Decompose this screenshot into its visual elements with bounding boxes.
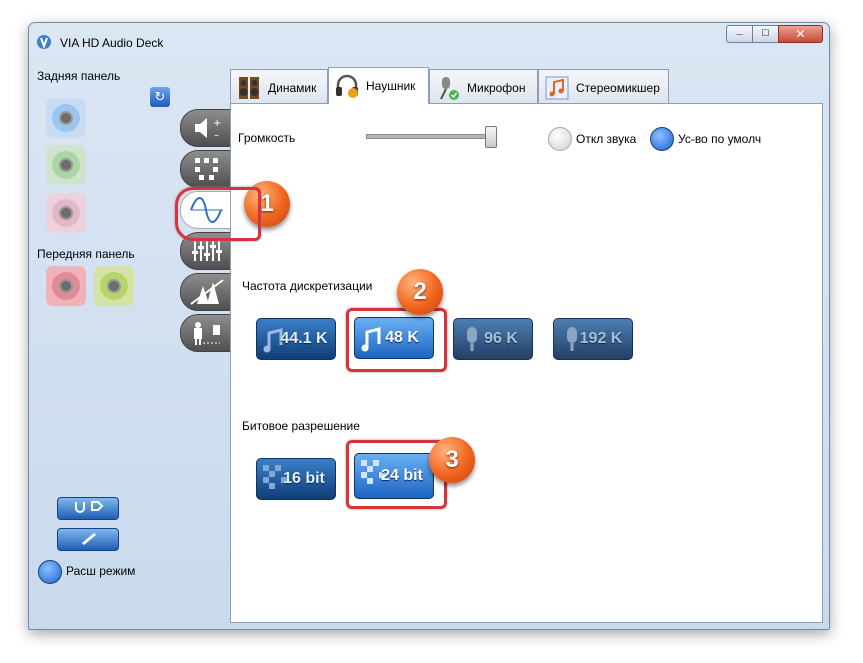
sample-rate-96k-button[interactable]: 96 K — [453, 318, 533, 360]
via-app-icon — [37, 35, 51, 49]
tab-stereo-mix-label: Стереомикшер — [576, 81, 660, 95]
front-panel-label: Передняя панель — [37, 247, 135, 261]
front-jack-green[interactable] — [94, 266, 134, 306]
sample-rate-label: Частота дискретизации — [242, 279, 373, 293]
reset-button[interactable]: ↻ — [150, 87, 170, 107]
volume-label: Громкость — [238, 131, 296, 145]
music-note-icon — [361, 327, 381, 352]
front-jack-pink[interactable] — [46, 266, 86, 306]
jack-hole — [59, 206, 73, 220]
tab-headphones[interactable]: Наушник — [328, 67, 429, 104]
sample-rate-96k-label: 96 K — [484, 330, 518, 347]
tab-headphones-label: Наушник — [366, 79, 416, 93]
side-tab-volume[interactable]: + – — [180, 109, 232, 147]
window-title: VIA HD Audio Deck — [60, 36, 164, 50]
tab-speaker-label: Динамик — [268, 81, 317, 95]
side-tab-speaker-config[interactable] — [180, 150, 232, 188]
advanced-mode-label: Расш режим — [66, 564, 136, 578]
speaker-volume-icon: +– — [195, 118, 221, 141]
highlight-advanced-tab — [175, 187, 261, 241]
maximize-icon: □ — [762, 27, 769, 39]
info-button[interactable] — [57, 528, 119, 551]
close-button[interactable]: ✕ — [778, 25, 823, 43]
callout-3: 3 — [429, 437, 475, 483]
tab-stereo-mix[interactable]: Стереомикшер — [538, 69, 669, 103]
advanced-mode-toggle[interactable] — [38, 560, 62, 584]
bit-depth-16-label: 16 bit — [283, 470, 325, 487]
sample-rate-48k-label: 48 K — [385, 329, 419, 346]
microphone-icon — [467, 327, 477, 351]
microphone-icon — [440, 77, 459, 100]
settings-panel — [230, 103, 823, 623]
audio-deck-window: VIA HD Audio Deck _ □ ✕ Задняя панель ↻ … — [28, 22, 830, 630]
tab-microphone[interactable]: Микрофон — [429, 69, 538, 103]
music-note-icon — [545, 76, 569, 100]
minimize-icon: _ — [736, 24, 743, 36]
sample-rate-192k-label: 192 K — [579, 330, 623, 347]
close-icon: ✕ — [795, 27, 806, 41]
bit-depth-24-button[interactable]: 24 bit — [354, 453, 434, 499]
tab-speaker[interactable]: Динамик — [230, 69, 328, 103]
rear-jack-blue[interactable] — [46, 98, 86, 138]
sample-rate-192k-button[interactable]: 192 K — [553, 318, 633, 360]
svg-text:+: + — [213, 118, 221, 129]
svg-text:–: – — [214, 130, 219, 141]
default-device-label: Ус-во по умолч — [678, 132, 762, 146]
rear-panel-label: Задняя панель — [37, 69, 121, 83]
side-tab-environment[interactable] — [180, 273, 232, 311]
listener-room-icon — [194, 322, 220, 345]
sample-rate-48k-button[interactable]: 48 K — [354, 317, 434, 359]
maximize-button[interactable]: □ — [752, 25, 779, 43]
headphones-icon — [336, 74, 358, 98]
forest-icon — [190, 279, 224, 305]
mute-toggle[interactable] — [548, 127, 572, 151]
jack-hole — [107, 279, 121, 293]
rear-jack-pink[interactable] — [46, 193, 86, 233]
speaker-icon — [239, 77, 259, 99]
title-bar: VIA HD Audio Deck _ □ ✕ — [29, 23, 829, 61]
mute-label: Откл звука — [576, 132, 637, 146]
jack-hole — [59, 111, 73, 125]
sample-rate-44k-button[interactable]: 44.1 K — [256, 318, 336, 360]
side-tab-room-correction[interactable] — [180, 314, 232, 352]
refresh-icon: ↻ — [154, 89, 166, 104]
minimize-button[interactable]: _ — [726, 24, 753, 43]
sample-rate-44k-label: 44.1 K — [280, 330, 328, 347]
equalizer-icon — [192, 241, 222, 261]
connector-icon — [75, 501, 104, 513]
set-default-device-toggle[interactable] — [650, 127, 674, 151]
bit-depth-label: Битовое разрешение — [242, 419, 360, 433]
volume-slider-thumb[interactable] — [485, 126, 497, 148]
pen-icon — [82, 533, 96, 545]
jack-hole — [59, 279, 73, 293]
rear-jack-green[interactable] — [46, 145, 86, 185]
connector-settings-button[interactable] — [57, 497, 119, 520]
volume-slider-track[interactable] — [366, 134, 494, 139]
callout-2: 2 — [397, 269, 443, 315]
bit-depth-24-label: 24 bit — [381, 467, 423, 484]
bit-depth-16-button[interactable]: 16 bit — [256, 458, 336, 500]
tab-microphone-label: Микрофон — [467, 81, 526, 95]
jack-hole — [59, 158, 73, 172]
speaker-layout-icon — [195, 158, 218, 180]
